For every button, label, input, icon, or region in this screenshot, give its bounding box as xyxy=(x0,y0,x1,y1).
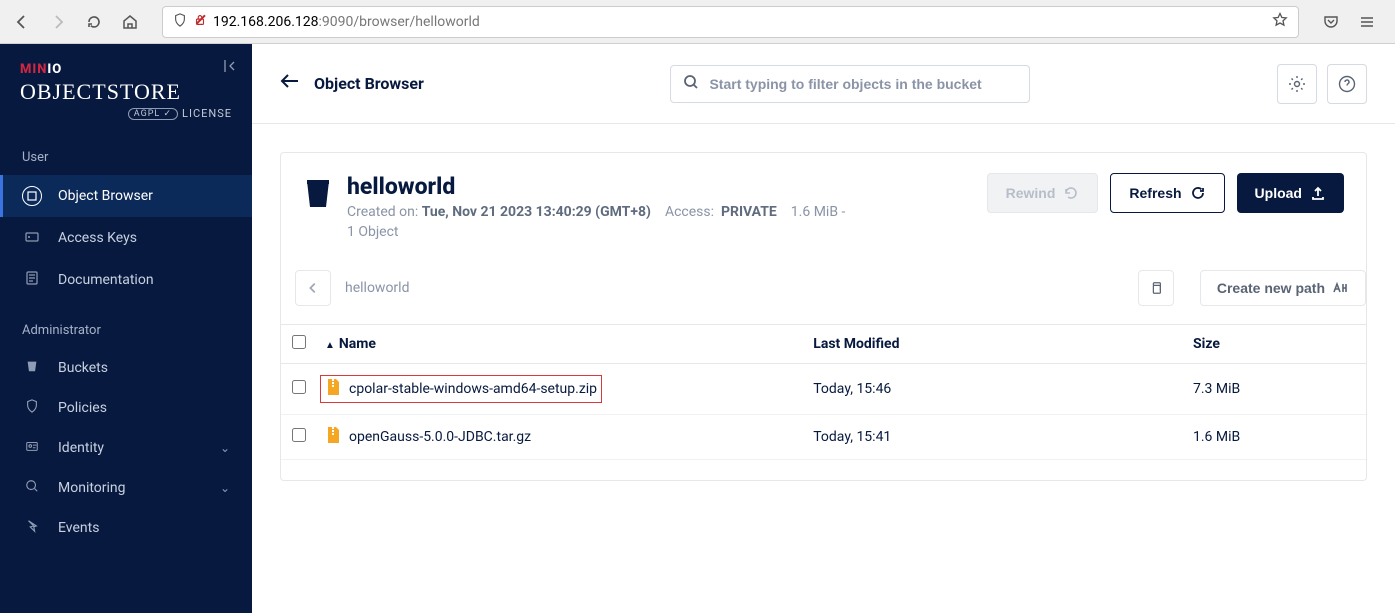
column-name[interactable]: Name xyxy=(339,336,376,352)
nav-back-button[interactable] xyxy=(8,8,36,36)
logo-license: AGPL ✓ LICENSE xyxy=(20,107,232,120)
cell-modified: Today, 15:41 xyxy=(805,415,1185,460)
sidebar-item-access-keys[interactable]: Access Keys xyxy=(0,217,252,259)
logo: MINIO OBJECTSTORE AGPL ✓ LICENSE xyxy=(0,44,252,134)
help-button[interactable] xyxy=(1327,64,1367,104)
file-name: openGauss-5.0.0-JDBC.tar.gz xyxy=(349,429,531,445)
sidebar-item-object-browser[interactable]: Object Browser xyxy=(0,175,252,217)
sort-asc-icon[interactable]: ▲ xyxy=(325,340,335,351)
search-input[interactable] xyxy=(709,76,1017,92)
chevron-down-icon: ⌄ xyxy=(220,441,230,455)
sidebar-item-label: Documentation xyxy=(58,272,154,288)
collapse-sidebar-icon[interactable] xyxy=(222,58,238,78)
rewind-label: Rewind xyxy=(1006,185,1056,201)
created-label: Created on: xyxy=(347,204,418,220)
url-host: 192.168.206.128 xyxy=(213,14,319,30)
access-label: Access: xyxy=(665,204,714,220)
pocket-icon[interactable] xyxy=(1317,8,1345,36)
nav-reload-button[interactable] xyxy=(80,8,108,36)
refresh-label: Refresh xyxy=(1129,185,1181,201)
create-path-label: Create new path xyxy=(1217,280,1325,296)
file-name: cpolar-stable-windows-amd64-setup.zip xyxy=(349,381,597,397)
url-text: 192.168.206.128:9090/browser/helloworld xyxy=(213,14,1266,30)
refresh-button[interactable]: Refresh xyxy=(1110,173,1224,213)
upload-button[interactable]: Upload xyxy=(1237,173,1344,213)
lock-insecure-icon xyxy=(193,12,207,31)
sidebar-item-monitoring[interactable]: Monitoring ⌄ xyxy=(0,468,252,508)
sidebar-item-label: Events xyxy=(58,520,99,536)
chevron-down-icon: ⌄ xyxy=(220,481,230,495)
upload-label: Upload xyxy=(1255,185,1302,201)
column-size[interactable]: Size xyxy=(1185,325,1366,364)
events-icon xyxy=(22,519,42,537)
bookmark-star-icon[interactable] xyxy=(1272,12,1288,32)
key-icon xyxy=(22,228,42,248)
url-bar[interactable]: 192.168.206.128:9090/browser/helloworld xyxy=(162,6,1299,38)
search-icon xyxy=(683,74,699,94)
sidebar-item-documentation[interactable]: Documentation xyxy=(0,259,252,301)
page-title: Object Browser xyxy=(314,74,424,93)
browser-chrome: 192.168.206.128:9090/browser/helloworld xyxy=(0,0,1395,44)
url-path: :9090/browser/helloworld xyxy=(319,14,480,30)
sidebar-item-label: Buckets xyxy=(58,360,108,376)
back-arrow-icon[interactable] xyxy=(280,73,300,94)
sidebar-item-label: Policies xyxy=(58,400,107,416)
nav-forward-button xyxy=(44,8,72,36)
shield-icon xyxy=(173,12,187,31)
sidebar-item-label: Object Browser xyxy=(58,188,153,204)
access-value: PRIVATE xyxy=(721,204,777,220)
row-checkbox[interactable] xyxy=(292,428,306,442)
bucket-large-icon xyxy=(303,177,333,207)
bucket-size-summary: 1.6 MiB - xyxy=(791,204,846,220)
logo-product: OBJECTSTORE xyxy=(20,79,232,105)
nav-home-button[interactable] xyxy=(116,8,144,36)
bucket-object-count: 1 Object xyxy=(347,224,845,240)
menu-icon[interactable] xyxy=(1353,8,1381,36)
select-all-checkbox[interactable] xyxy=(292,335,306,349)
objects-table: ▲ Name Last Modified Size xyxy=(281,324,1366,460)
sidebar-item-events[interactable]: Events xyxy=(0,508,252,548)
file-entry[interactable]: cpolar-stable-windows-amd64-setup.zip xyxy=(320,375,602,403)
table-row[interactable]: cpolar-stable-windows-amd64-setup.zip To… xyxy=(281,364,1366,415)
created-value: Tue, Nov 21 2023 13:40:29 (GMT+8) xyxy=(422,204,651,220)
search-box[interactable] xyxy=(670,65,1030,103)
cell-size: 1.6 MiB xyxy=(1185,415,1366,460)
rewind-button: Rewind xyxy=(987,173,1099,213)
bucket-panel: helloworld Created on: Tue, Nov 21 2023 … xyxy=(280,152,1367,481)
sidebar-item-label: Identity xyxy=(58,440,104,456)
path-back-button xyxy=(295,270,331,306)
path-crumb[interactable]: helloworld xyxy=(345,280,409,296)
documentation-icon xyxy=(22,270,42,290)
copy-path-button[interactable] xyxy=(1138,270,1174,306)
sidebar-item-identity[interactable]: Identity ⌄ xyxy=(0,428,252,468)
table-row[interactable]: openGauss-5.0.0-JDBC.tar.gz Today, 15:41… xyxy=(281,415,1366,460)
sidebar-item-policies[interactable]: Policies xyxy=(0,388,252,428)
topbar: Object Browser xyxy=(252,44,1395,124)
sidebar-item-buckets[interactable]: Buckets xyxy=(0,348,252,388)
sidebar: MINIO OBJECTSTORE AGPL ✓ LICENSE User Ob… xyxy=(0,44,252,613)
sidebar-section-user: User xyxy=(0,134,252,175)
row-checkbox[interactable] xyxy=(292,380,306,394)
cell-size: 7.3 MiB xyxy=(1185,364,1366,415)
logo-brand: MINIO xyxy=(20,62,232,77)
settings-button[interactable] xyxy=(1277,64,1317,104)
policies-icon xyxy=(22,399,42,417)
zip-file-icon xyxy=(325,378,341,400)
identity-icon xyxy=(22,439,42,457)
sidebar-section-admin: Administrator xyxy=(0,307,252,348)
object-browser-icon xyxy=(22,186,42,206)
content: Object Browser xyxy=(252,44,1395,613)
monitoring-icon xyxy=(22,479,42,497)
file-entry[interactable]: openGauss-5.0.0-JDBC.tar.gz xyxy=(325,426,531,448)
bucket-name: helloworld xyxy=(347,173,845,200)
column-modified[interactable]: Last Modified xyxy=(805,325,1185,364)
cell-modified: Today, 15:46 xyxy=(805,364,1185,415)
bucket-icon xyxy=(22,359,42,377)
sidebar-item-label: Monitoring xyxy=(58,480,126,496)
create-new-path-button[interactable]: Create new path xyxy=(1200,270,1366,306)
archive-file-icon xyxy=(325,426,341,448)
sidebar-item-label: Access Keys xyxy=(58,230,137,246)
